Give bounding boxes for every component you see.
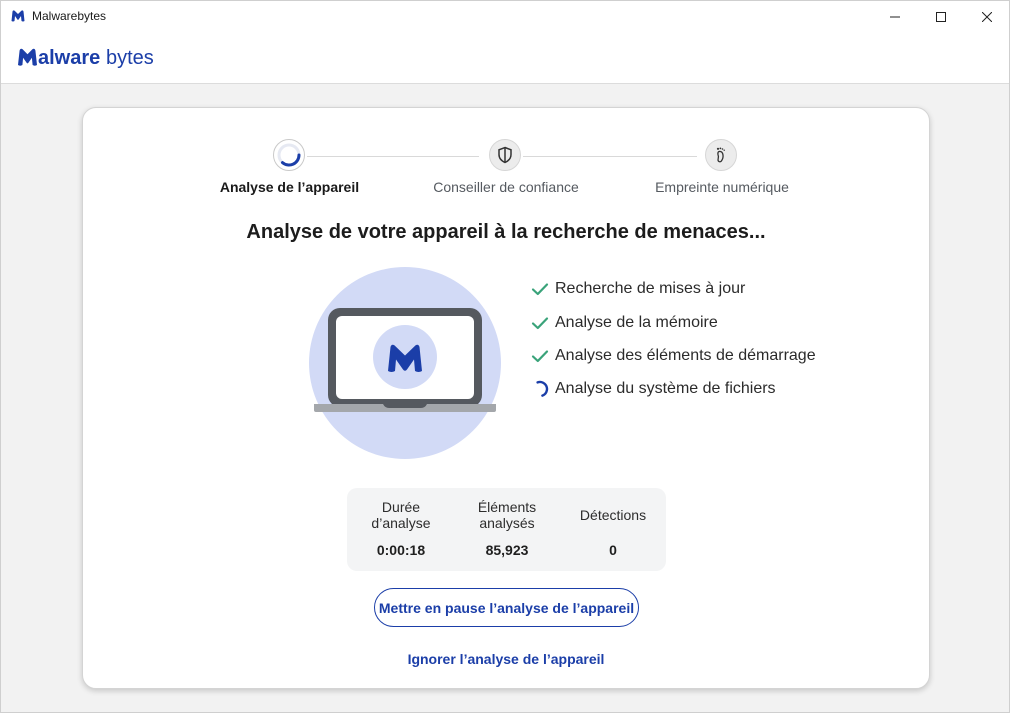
check-label: Recherche de mises à jour [555,280,746,297]
minimize-icon [890,16,900,17]
app-window: Malwarebytes alware bytes Analyse de l’a… [0,0,1010,713]
maximize-button[interactable] [918,1,964,32]
list-item: Analyse du système de fichiers [529,378,776,400]
check-label: Analyse de la mémoire [555,314,718,331]
step-label-analysis: Analyse de l’appareil [219,179,360,195]
stat-value: 85,923 [485,542,529,558]
skip-scan-link: Ignorer l’analyse de l’appareil [83,651,929,667]
malwarebytes-app-icon [10,8,26,24]
scan-card: Analyse de l’appareil Conseiller de conf… [82,107,930,689]
close-button[interactable] [964,1,1010,32]
scan-stats-panel: Durée d’analyse 0:00:18 Éléments analysés … [347,488,666,571]
stat-detections: Détections 0 [559,498,667,558]
title-bar: Malwarebytes [1,1,1009,32]
close-icon [982,11,992,22]
stat-items-scanned: Éléments analysés 85,923 [455,498,559,558]
minimize-button[interactable] [872,1,918,32]
loading-spinner-icon [529,378,551,400]
checkmark-icon [529,278,551,300]
checkmark-icon [529,345,551,367]
stat-label: Durée d’analyse [371,499,431,531]
app-header: alware bytes [1,32,1009,84]
check-label: Analyse du système de fichiers [555,380,776,397]
step-label-trust-advisor: Conseiller de confiance [433,179,579,195]
check-label: Analyse des éléments de démarrage [555,347,816,364]
stat-label: Détections [579,507,647,523]
pause-scan-button[interactable]: Mettre en pause l’analyse de l’appareil [374,588,639,627]
stat-duration: Durée d’analyse 0:00:18 [347,498,455,558]
svg-text:alware: alware [38,47,100,69]
footprint-icon [716,147,725,163]
step-trust-advisor-indicator [489,139,521,171]
list-item: Analyse de la mémoire [529,312,718,334]
stat-value: 0 [609,542,617,558]
scan-heading: Analyse de votre appareil à la recherche… [246,221,766,243]
stepper-connector [307,156,479,157]
stat-label: Éléments analysés [477,499,537,531]
svg-text:bytes: bytes [106,47,154,69]
step-footprint-indicator [705,139,737,171]
stepper-connector [523,156,697,157]
stat-value: 0:00:18 [376,542,426,558]
laptop-illustration [309,267,501,464]
list-item: Recherche de mises à jour [529,278,745,300]
maximize-icon [936,11,946,22]
step-analysis-indicator [273,139,305,171]
shield-icon [498,146,512,164]
skip-scan-link-text[interactable]: Ignorer l’analyse de l’appareil [408,651,605,667]
malwarebytes-logo: alware bytes [17,44,167,75]
list-item: Analyse des éléments de démarrage [529,345,816,367]
step-label-footprint: Empreinte numérique [655,179,789,195]
checkmark-icon [529,312,551,334]
window-title: Malwarebytes [32,9,107,23]
progress-spinner-icon [277,143,301,167]
